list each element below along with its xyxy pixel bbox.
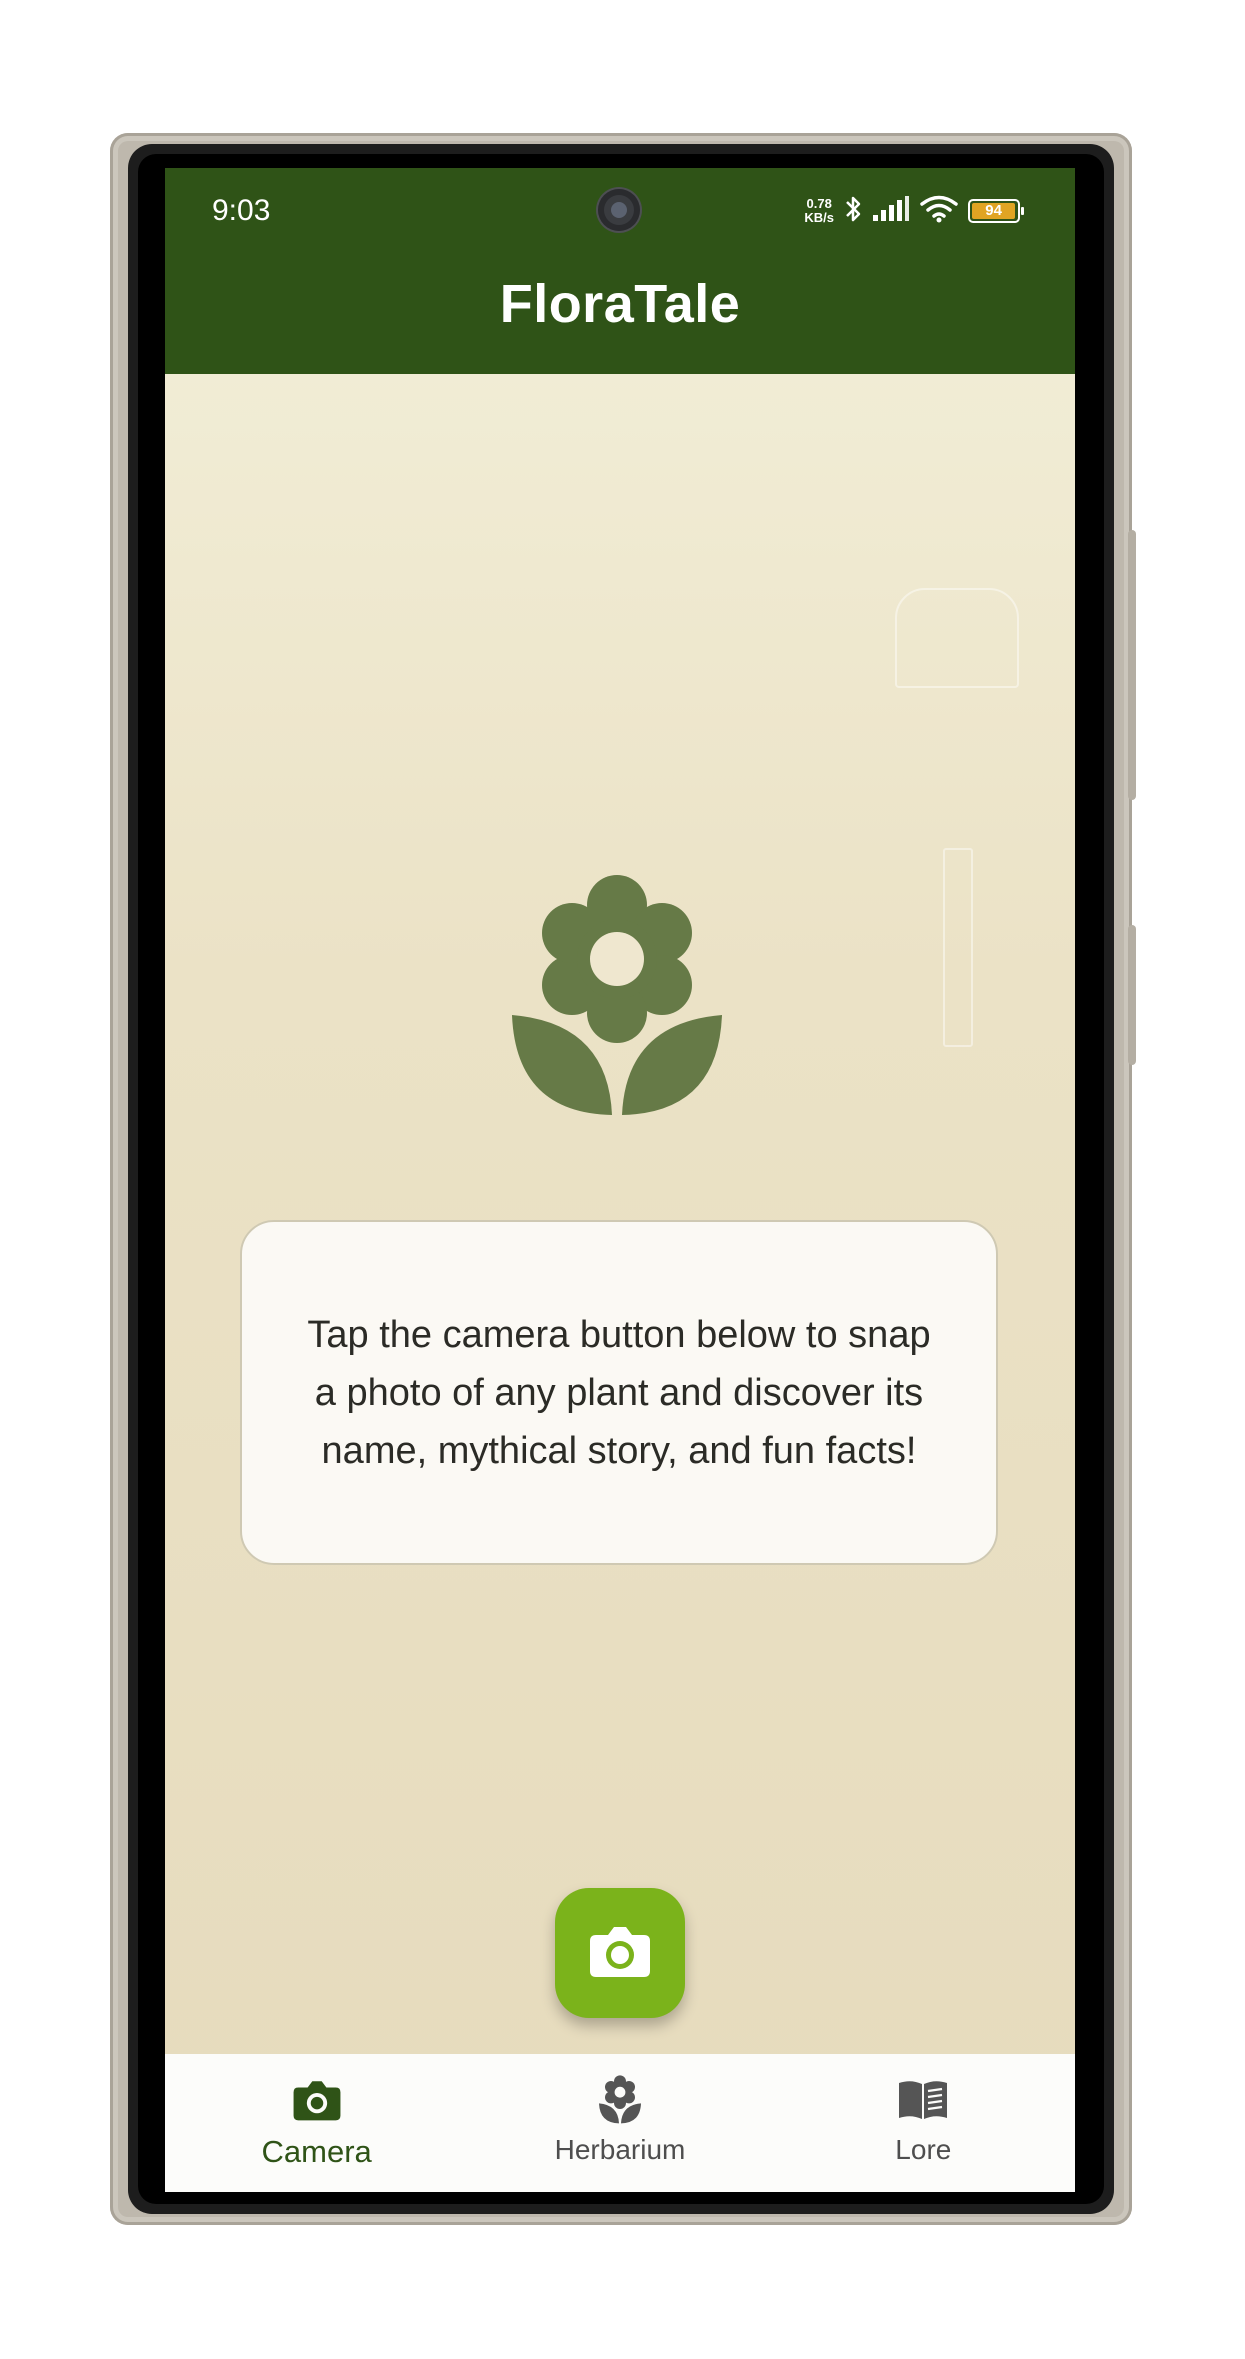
signal-icon: [872, 195, 910, 227]
background-decoration: [895, 588, 1019, 688]
nav-item-lore[interactable]: Lore: [772, 2054, 1075, 2192]
app-bar: 9:03 0.78 KB/s 94 FloraTale: [165, 168, 1075, 374]
bluetooth-icon: [844, 194, 862, 229]
status-time: 9:03: [212, 194, 271, 227]
camera-icon: [588, 1923, 652, 1984]
flower-icon: [512, 873, 722, 1123]
network-speed: 0.78 KB/s: [804, 197, 834, 225]
flower-icon: [592, 2072, 648, 2128]
book-icon: [895, 2072, 951, 2128]
instruction-text: Tap the camera button below to snap a ph…: [307, 1313, 931, 1472]
nav-item-camera[interactable]: Camera: [165, 2054, 468, 2192]
network-speed-value: 0.78: [806, 196, 832, 211]
nav-item-herbarium[interactable]: Herbarium: [468, 2054, 771, 2192]
nav-label-herbarium: Herbarium: [554, 2134, 686, 2165]
network-speed-unit: KB/s: [804, 210, 834, 225]
front-camera: [598, 189, 640, 231]
battery-icon: 94: [968, 199, 1024, 223]
page-title: FloraTale: [499, 274, 741, 334]
bottom-navigation: Camera Herbarium Lore: [165, 2054, 1075, 2192]
volume-button: [1128, 530, 1136, 800]
status-icons: 0.78 KB/s 94: [804, 194, 1024, 229]
wifi-icon: [920, 195, 958, 228]
app-screen: 9:03 0.78 KB/s 94 FloraTale Tap the came…: [165, 168, 1075, 2192]
battery-level: 94: [972, 203, 1016, 219]
nav-label-camera: Camera: [261, 2134, 372, 2169]
background-decoration: [943, 848, 973, 1047]
camera-icon: [289, 2072, 345, 2128]
nav-label-lore: Lore: [895, 2134, 952, 2165]
instruction-card: Tap the camera button below to snap a ph…: [240, 1220, 998, 1565]
take-photo-button[interactable]: [555, 1888, 685, 2018]
power-button: [1128, 925, 1136, 1065]
